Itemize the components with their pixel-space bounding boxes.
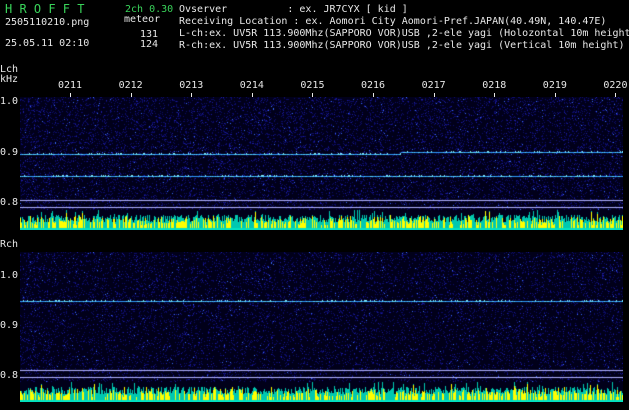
lch-tick-0.9: 0.9 <box>0 147 19 158</box>
observer-line: Ovserver : ex. JR7CYX [ kid ] <box>179 4 408 15</box>
time-label: 0212 <box>118 80 143 91</box>
khz-label: kHz <box>0 74 19 85</box>
time-label: 0219 <box>542 80 567 91</box>
lch-spectrogram <box>20 97 623 230</box>
lch-info-line: L-ch:ex. UV5R 113.900Mhz(SAPPORO VOR)USB… <box>179 28 629 39</box>
time-label: 0220 <box>603 80 628 91</box>
datetime-label: 25.05.11 02:10 <box>5 38 90 49</box>
rch-tick-0.9: 0.9 <box>0 320 19 331</box>
rch-tick-0.8: 0.8 <box>0 370 19 381</box>
rch-label: Rch <box>0 239 19 250</box>
lch-tick-1.0: 1.0 <box>0 96 19 107</box>
time-label: 0216 <box>361 80 386 91</box>
time-label: 0217 <box>421 80 446 91</box>
app-logo: H R O F F T <box>5 2 85 16</box>
rch-count: 124 <box>140 39 159 50</box>
rch-tick-1.0: 1.0 <box>0 270 19 281</box>
time-label: 0218 <box>482 80 507 91</box>
rch-info-line: R-ch:ex. UV5R 113.900Mhz(SAPPORO VOR)USB… <box>179 40 625 51</box>
filename-label: 2505110210.png <box>5 17 90 28</box>
time-label: 0215 <box>300 80 325 91</box>
rch-spectrogram <box>20 252 623 402</box>
time-label: 0211 <box>58 80 83 91</box>
location-line: Receiving Location : ex. Aomori City Aom… <box>179 16 607 27</box>
lch-tick-0.8: 0.8 <box>0 197 19 208</box>
time-label: 0213 <box>179 80 204 91</box>
mode-label: meteor <box>124 14 161 25</box>
time-label: 0214 <box>239 80 264 91</box>
